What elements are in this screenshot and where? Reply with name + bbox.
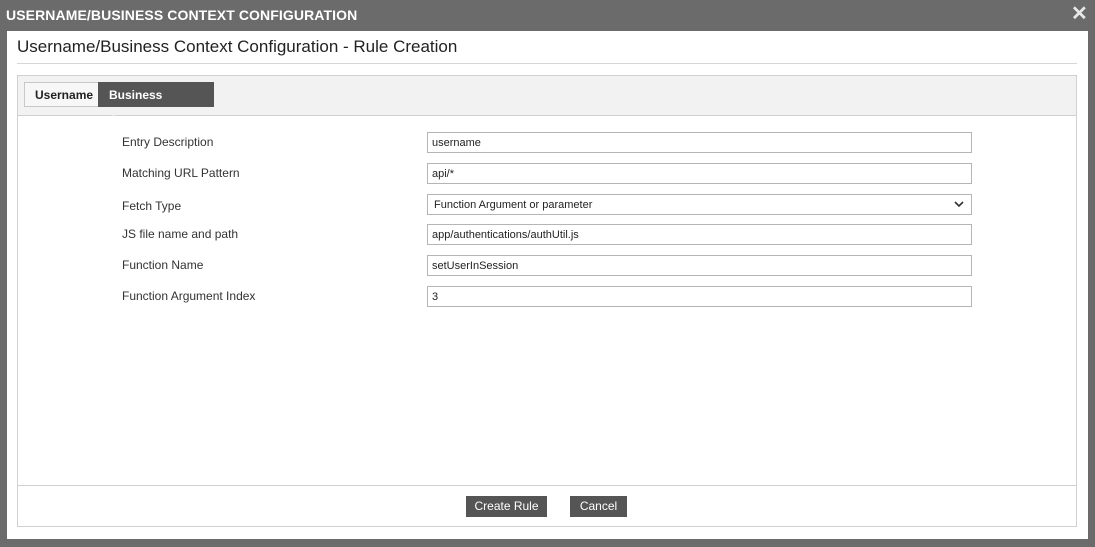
dialog-heading: Username/Business Context Configuration … (17, 37, 458, 56)
tab-business-context[interactable]: Business Context (98, 82, 214, 127)
window-title: USERNAME/BUSINESS CONTEXT CONFIGURATION (6, 7, 358, 23)
close-icon[interactable]: ✕ (1071, 4, 1088, 24)
entry-description-row: Entry Description username (18, 132, 1076, 154)
tab-username[interactable]: Username (24, 82, 99, 107)
fetch-type-row: Fetch Type Function Argument or paramete… (18, 194, 1076, 216)
argument-index-label: Function Argument Index (122, 289, 256, 303)
function-name-input[interactable]: setUserInSession (427, 255, 972, 276)
entry-description-label: Entry Description (122, 135, 214, 149)
tab-strip: Username Business Context (18, 76, 1076, 127)
chevron-down-icon (954, 201, 964, 208)
url-pattern-label: Matching URL Pattern (122, 166, 240, 180)
form-panel: Username Business Context Entry Descript… (17, 75, 1077, 527)
argument-index-input[interactable]: 3 (427, 286, 972, 307)
fetch-type-value: Function Argument or parameter (434, 199, 593, 211)
fetch-type-label: Fetch Type (122, 199, 182, 213)
argument-index-row: Function Argument Index 3 (18, 286, 1076, 308)
create-rule-button[interactable]: Create Rule (466, 496, 547, 517)
fetch-type-select[interactable]: Function Argument or parameter (427, 194, 972, 215)
heading-divider (17, 63, 1077, 64)
rule-creation-dialog: Username/Business Context Configuration … (7, 31, 1088, 539)
url-pattern-input[interactable]: api/* (427, 163, 972, 184)
entry-description-input[interactable]: username (427, 132, 972, 153)
function-name-label: Function Name (122, 258, 204, 272)
window-titlebar: USERNAME/BUSINESS CONTEXT CONFIGURATION … (0, 0, 1095, 31)
footer-divider (18, 485, 1076, 486)
js-file-input[interactable]: app/authentications/authUtil.js (427, 224, 972, 245)
url-pattern-row: Matching URL Pattern api/* (18, 163, 1076, 185)
cancel-button[interactable]: Cancel (570, 496, 627, 517)
js-file-label: JS file name and path (122, 227, 239, 241)
function-name-row: Function Name setUserInSession (18, 255, 1076, 277)
js-file-row: JS file name and path app/authentication… (18, 224, 1076, 246)
